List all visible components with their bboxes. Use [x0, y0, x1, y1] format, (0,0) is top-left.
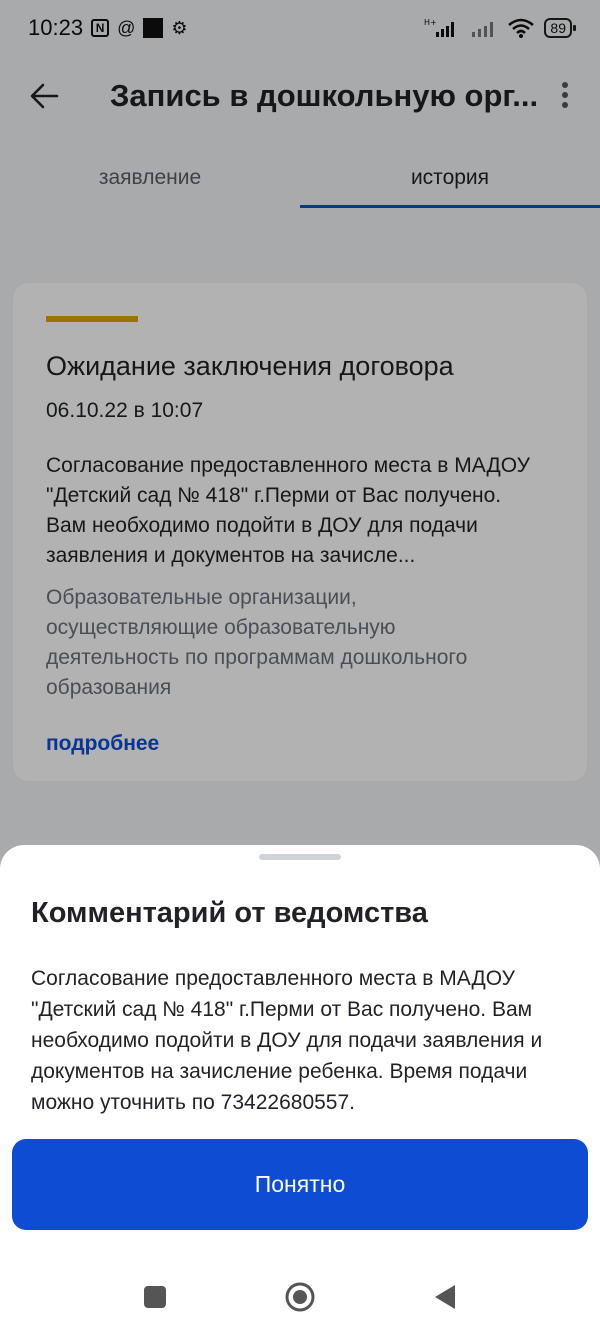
sheet-body-text: Согласование предоставленного места в МА… — [31, 967, 543, 1114]
home-button[interactable] — [280, 1277, 320, 1317]
system-nav-bar — [0, 1262, 600, 1332]
sheet-title: Комментарий от ведомства — [31, 897, 428, 929]
back-icon — [435, 1285, 455, 1309]
understood-button[interactable]: Понятно — [12, 1139, 588, 1230]
sheet-drag-handle[interactable] — [259, 854, 341, 860]
recent-apps-icon — [144, 1286, 166, 1308]
system-back-button[interactable] — [425, 1277, 465, 1317]
comment-bottom-sheet: Комментарий от ведомства Согласование пр… — [0, 845, 600, 1332]
home-icon — [285, 1282, 315, 1312]
recent-apps-button[interactable] — [135, 1277, 175, 1317]
